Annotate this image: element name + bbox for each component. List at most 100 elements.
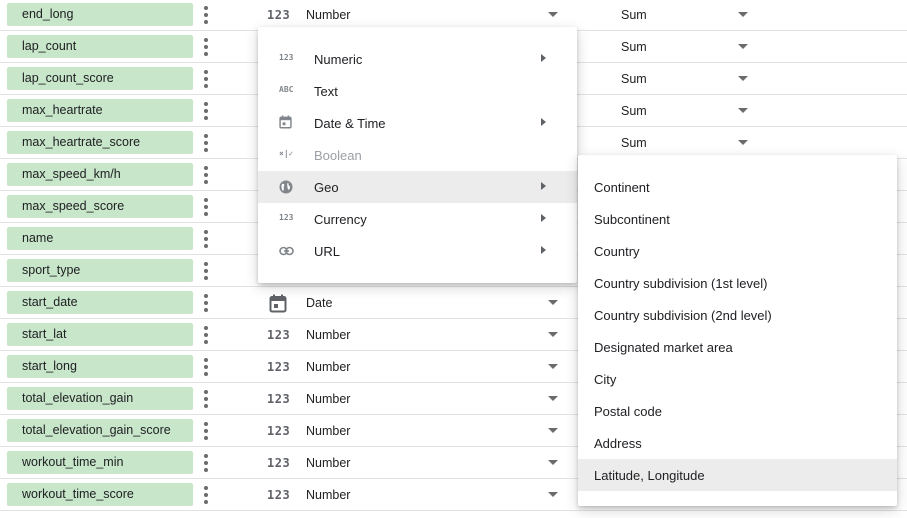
more-options-icon[interactable] (200, 197, 212, 217)
field-type-label[interactable]: Number (306, 488, 350, 502)
type-dropdown-caret-icon[interactable] (548, 428, 558, 433)
submenu-arrow-icon (541, 182, 546, 190)
type-menu-item-date-time[interactable]: Date & Time (258, 107, 577, 139)
geo-menu-item-latitude-longitude[interactable]: Latitude, Longitude (578, 459, 897, 491)
more-options-icon[interactable] (200, 453, 212, 473)
field-name-chip[interactable]: end_long (7, 3, 193, 26)
type-dropdown-caret-icon[interactable] (548, 460, 558, 465)
geo-menu-item-country[interactable]: Country (578, 235, 897, 267)
menu-item-label: Numeric (314, 52, 363, 67)
aggregation-dropdown-caret-icon[interactable] (738, 108, 748, 113)
type-dropdown-caret-icon[interactable] (548, 492, 558, 497)
type-menu-item-geo[interactable]: Geo (258, 171, 577, 203)
more-options-icon[interactable] (200, 485, 212, 505)
submenu-arrow-icon (541, 246, 546, 254)
field-type-label[interactable]: Number (306, 8, 350, 22)
number-type-icon: 123 (267, 328, 291, 342)
aggregation-dropdown-caret-icon[interactable] (738, 44, 748, 49)
field-name-chip[interactable]: workout_time_min (7, 451, 193, 474)
submenu-arrow-icon (541, 214, 546, 222)
number-type-icon: 123 (267, 424, 291, 438)
calendar-icon (269, 294, 287, 316)
type-menu-item-url[interactable]: URL (258, 235, 577, 267)
more-options-icon[interactable] (200, 293, 212, 313)
more-options-icon[interactable] (200, 229, 212, 249)
geo-menu-item-address[interactable]: Address (578, 427, 897, 459)
type-dropdown-caret-icon[interactable] (548, 396, 558, 401)
type-menu-item-currency[interactable]: 123 Currency (258, 203, 577, 235)
more-options-icon[interactable] (200, 37, 212, 57)
field-name-chip[interactable]: name (7, 227, 193, 250)
more-options-icon[interactable] (200, 69, 212, 89)
field-name-chip[interactable]: start_lat (7, 323, 193, 346)
menu-item-label: Date & Time (314, 116, 386, 131)
more-options-icon[interactable] (200, 357, 212, 377)
geo-menu-item-designated-market-area[interactable]: Designated market area (578, 331, 897, 363)
aggregation-label[interactable]: Sum (621, 104, 647, 118)
field-name-chip[interactable]: start_date (7, 291, 193, 314)
type-dropdown-caret-icon[interactable] (548, 364, 558, 369)
type-glyph-icon: ABC (279, 85, 294, 94)
field-name-chip[interactable]: max_heartrate_score (7, 131, 193, 154)
menu-item-label: Geo (314, 180, 339, 195)
geo-menu-item-postal-code[interactable]: Postal code (578, 395, 897, 427)
number-type-icon: 123 (267, 392, 291, 406)
more-options-icon[interactable] (200, 165, 212, 185)
menu-item-label: Latitude, Longitude (594, 468, 705, 483)
field-name-chip[interactable]: lap_count_score (7, 67, 193, 90)
field-name-chip[interactable]: lap_count (7, 35, 193, 58)
field-name-chip[interactable]: total_elevation_gain (7, 387, 193, 410)
field-type-label[interactable]: Number (306, 328, 350, 342)
link-icon (279, 246, 294, 258)
field-name-chip[interactable]: max_heartrate (7, 99, 193, 122)
field-type-menu: 123 Numeric ABC Text Date & Time ×|✓ Boolean Ge… (258, 27, 577, 283)
field-type-label[interactable]: Number (306, 456, 350, 470)
field-type-label[interactable]: Number (306, 360, 350, 374)
field-type-label[interactable]: Number (306, 392, 350, 406)
menu-item-label: Continent (594, 180, 650, 195)
type-dropdown-caret-icon[interactable] (548, 332, 558, 337)
field-name-chip[interactable]: max_speed_km/h (7, 163, 193, 186)
type-glyph-icon: ×|✓ (279, 149, 294, 158)
field-type-label[interactable]: Date (306, 296, 332, 310)
menu-item-label: Subcontinent (594, 212, 670, 227)
type-dropdown-caret-icon[interactable] (548, 300, 558, 305)
geo-menu-item-country-subdivision-1st-level[interactable]: Country subdivision (1st level) (578, 267, 897, 299)
aggregation-label[interactable]: Sum (621, 136, 647, 150)
geo-menu-item-continent[interactable]: Continent (578, 171, 897, 203)
type-menu-item-boolean: ×|✓ Boolean (258, 139, 577, 171)
menu-item-label: Designated market area (594, 340, 733, 355)
aggregation-dropdown-caret-icon[interactable] (738, 140, 748, 145)
geo-menu-item-country-subdivision-2nd-level[interactable]: Country subdivision (2nd level) (578, 299, 897, 331)
more-options-icon[interactable] (200, 261, 212, 281)
type-menu-item-text[interactable]: ABC Text (258, 75, 577, 107)
menu-item-label: Boolean (314, 148, 362, 163)
more-options-icon[interactable] (200, 133, 212, 153)
field-name-chip[interactable]: workout_time_score (7, 483, 193, 506)
aggregation-label[interactable]: Sum (621, 40, 647, 54)
aggregation-dropdown-caret-icon[interactable] (738, 12, 748, 17)
aggregation-dropdown-caret-icon[interactable] (738, 76, 748, 81)
number-type-icon: 123 (267, 456, 291, 470)
geo-menu-item-subcontinent[interactable]: Subcontinent (578, 203, 897, 235)
menu-item-label: Postal code (594, 404, 662, 419)
submenu-arrow-icon (541, 54, 546, 62)
field-name-chip[interactable]: max_speed_score (7, 195, 193, 218)
more-options-icon[interactable] (200, 325, 212, 345)
menu-item-label: Country subdivision (1st level) (594, 276, 768, 291)
geo-menu-item-city[interactable]: City (578, 363, 897, 395)
type-menu-item-numeric[interactable]: 123 Numeric (258, 43, 577, 75)
more-options-icon[interactable] (200, 421, 212, 441)
more-options-icon[interactable] (200, 389, 212, 409)
field-name-chip[interactable]: sport_type (7, 259, 193, 282)
field-type-label[interactable]: Number (306, 424, 350, 438)
aggregation-label[interactable]: Sum (621, 72, 647, 86)
more-options-icon[interactable] (200, 5, 212, 25)
field-name-chip[interactable]: start_long (7, 355, 193, 378)
menu-item-label: Text (314, 84, 338, 99)
aggregation-label[interactable]: Sum (621, 8, 647, 22)
menu-item-label: Country (594, 244, 640, 259)
field-name-chip[interactable]: total_elevation_gain_score (7, 419, 193, 442)
more-options-icon[interactable] (200, 101, 212, 121)
type-dropdown-caret-icon[interactable] (548, 12, 558, 17)
